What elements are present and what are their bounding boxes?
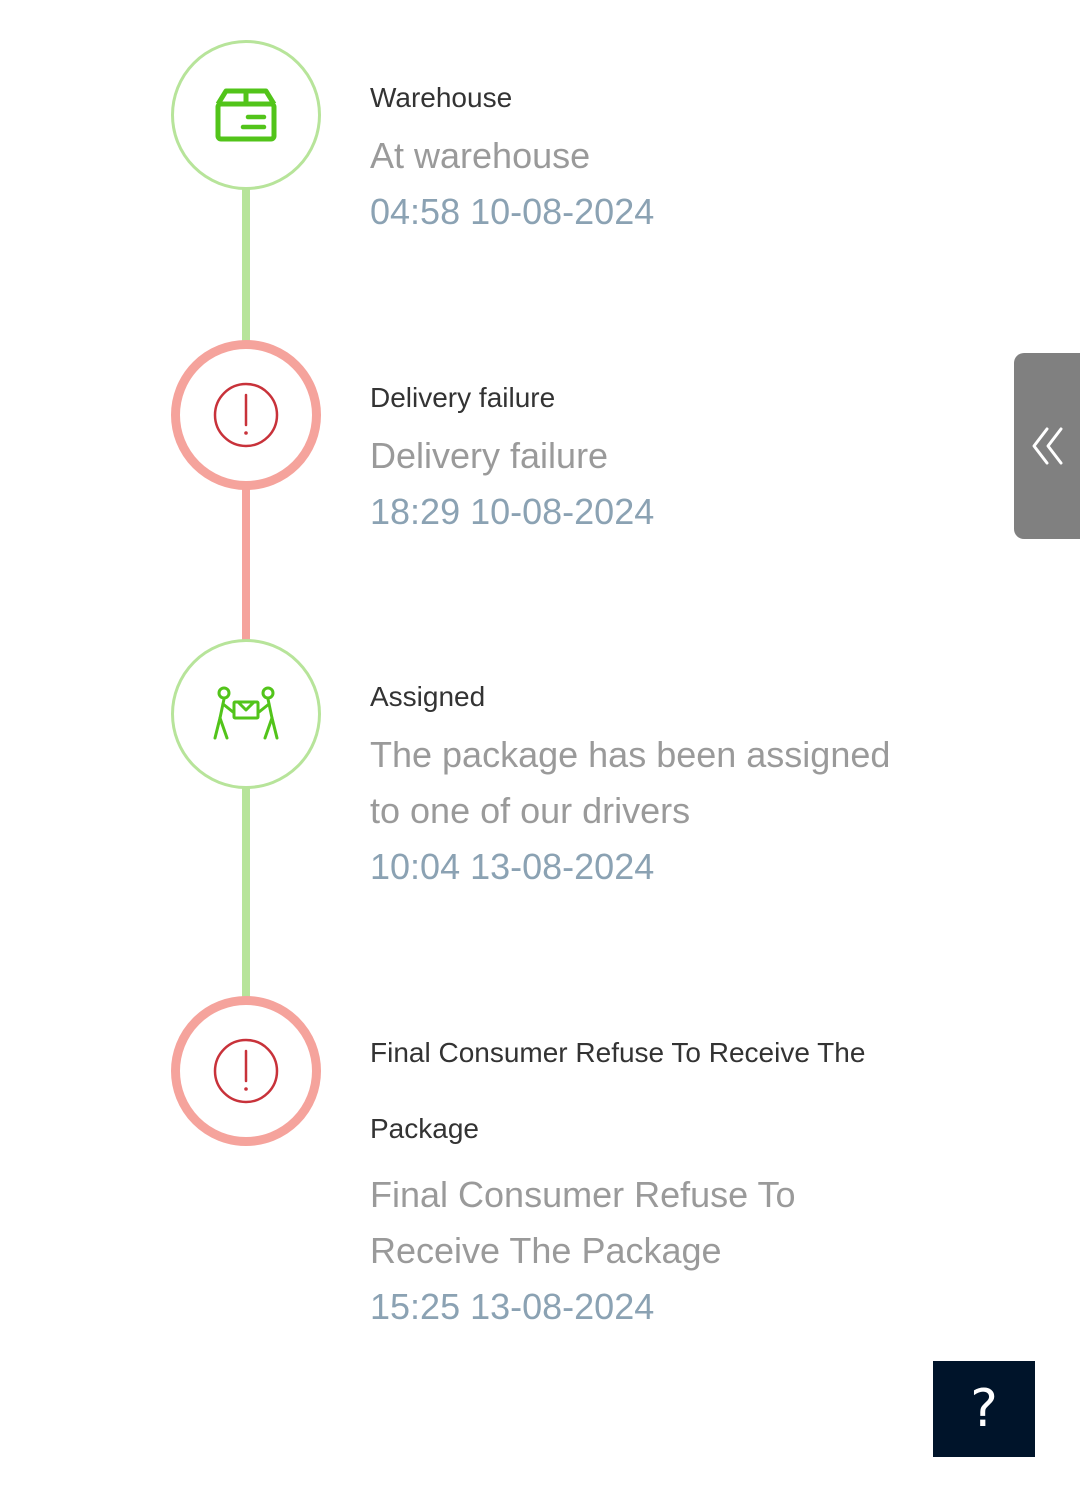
tracking-timeline-page: Warehouse At warehouse 04:58 10-08-2024 …	[0, 0, 1080, 1488]
collapse-panel-tab[interactable]	[1014, 353, 1080, 539]
timeline-node-warehouse	[171, 40, 321, 190]
exclamation-circle-icon	[213, 1038, 279, 1104]
double-chevron-left-icon	[1032, 427, 1063, 465]
timeline-connector-3	[242, 784, 250, 1002]
timeline-step-warehouse: Warehouse At warehouse 04:58 10-08-2024	[370, 82, 930, 240]
timeline-connector-2	[242, 484, 250, 644]
exclamation-circle-icon	[213, 382, 279, 448]
step-title: Delivery failure	[370, 382, 556, 413]
step-description: At warehouse	[370, 135, 591, 176]
step-timestamp: 18:29 10-08-2024	[370, 491, 655, 532]
step-timestamp: 10:04 13-08-2024	[370, 846, 655, 887]
timeline-step-delivery-failure: Delivery failure Delivery failure 18:29 …	[370, 382, 930, 540]
question-mark-icon: ?	[970, 1379, 998, 1439]
step-timestamp: 04:58 10-08-2024	[370, 191, 655, 232]
timeline-step-assigned: Assigned The package has been assigned t…	[370, 681, 930, 895]
step-title: Warehouse	[370, 82, 513, 113]
step-description: Delivery failure	[370, 435, 609, 476]
step-title: Final Consumer Refuse To Receive The Pac…	[370, 1037, 866, 1144]
help-button[interactable]: ?	[933, 1361, 1035, 1457]
package-box-icon	[215, 88, 277, 142]
step-description: The package has been assigned to one of …	[370, 734, 891, 831]
timeline-node-assigned	[171, 639, 321, 789]
timeline-step-consumer-refused: Final Consumer Refuse To Receive The Pac…	[370, 1015, 930, 1335]
timeline-connector-1	[242, 186, 250, 346]
step-timestamp: 15:25 13-08-2024	[370, 1286, 655, 1327]
timeline-node-delivery-failure	[171, 340, 321, 490]
step-description: Final Consumer Refuse To Receive The Pac…	[370, 1174, 796, 1271]
timeline-node-consumer-refused	[171, 996, 321, 1146]
people-carrying-box-icon	[213, 686, 279, 740]
step-title: Assigned	[370, 681, 486, 712]
